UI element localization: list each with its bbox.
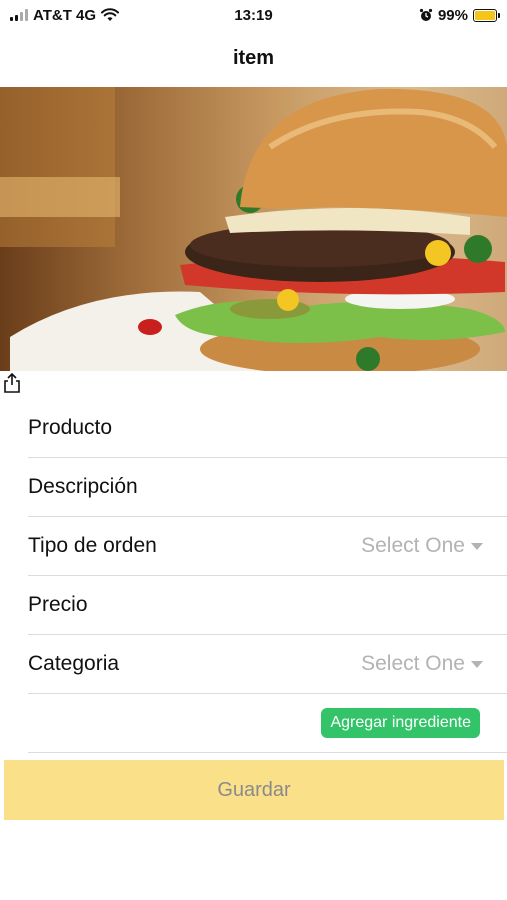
wifi-icon [101,8,120,21]
categoria-value: Select One [361,652,465,675]
descripcion-label: Descripción [28,475,138,498]
descripcion-field[interactable]: Descripción [28,458,507,517]
nav-bar: item [0,36,507,80]
categoria-select[interactable]: Select One [361,652,483,676]
precio-field[interactable]: Precio [28,576,507,635]
carrier-label: AT&T 4G [33,6,97,24]
status-left: AT&T 4G [10,6,120,24]
battery-percent: 99% [437,6,468,24]
tipo-orden-value: Select One [361,534,465,557]
producto-field[interactable]: Producto [28,399,507,458]
categoria-row: Categoria Select One [28,635,507,694]
product-form: Producto Descripción Tipo de orden Selec… [28,399,507,753]
page-title: item [232,46,275,69]
product-image [0,87,507,371]
share-icon[interactable] [3,373,21,393]
save-button[interactable]: Guardar [4,760,504,820]
categoria-label: Categoria [28,652,120,675]
producto-label: Producto [28,416,113,439]
chevron-down-icon [471,660,483,668]
burger-illustration [0,87,507,371]
ingredient-row: Agregar ingrediente [28,694,507,753]
signal-icon [10,9,28,21]
precio-label: Precio [28,593,88,616]
tipo-orden-row: Tipo de orden Select One [28,517,507,576]
chevron-down-icon [471,542,483,550]
alarm-icon [419,8,433,21]
status-bar: AT&T 4G 13:19 99% [0,0,507,30]
tipo-orden-select[interactable]: Select One [361,534,483,558]
tipo-orden-label: Tipo de orden [28,534,157,557]
status-right: 99% [419,6,500,24]
battery-icon [473,8,500,22]
add-ingredient-button[interactable]: Agregar ingrediente [321,708,480,738]
